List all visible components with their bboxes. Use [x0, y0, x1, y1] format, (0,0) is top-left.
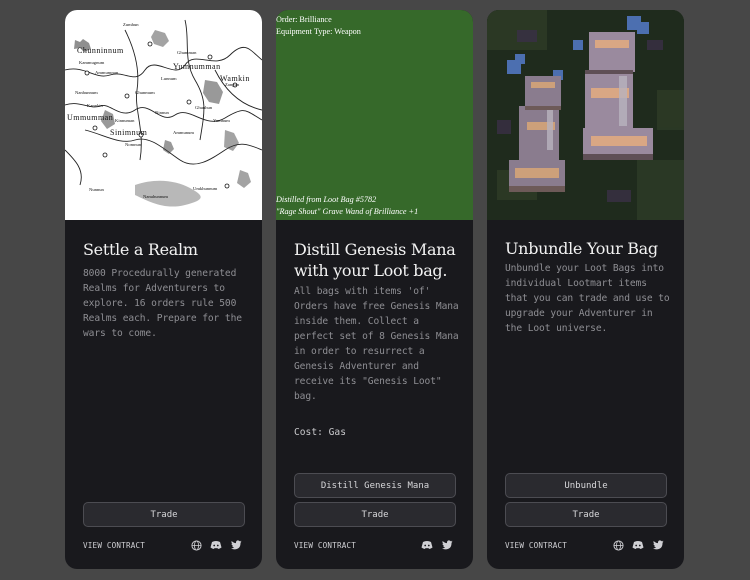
map-label: Kinnuman: [115, 118, 135, 123]
card-title: Settle a Realm: [83, 240, 198, 259]
card-title: Unbundle Your Bag: [505, 239, 658, 258]
map-label: Zumhun: [123, 22, 139, 27]
unbundle-card: Unbundle Your Bag Unbundle your Loot Bag…: [487, 10, 684, 569]
map-label: Yumnum: [213, 118, 230, 123]
discord-icon[interactable]: [632, 539, 644, 551]
map-label: Nanuhunnum: [143, 194, 169, 199]
map-label: Umkhunnum: [193, 186, 218, 191]
map-label: Kammugnum: [79, 60, 105, 65]
discord-icon[interactable]: [210, 539, 222, 551]
trade-button[interactable]: Trade: [294, 502, 456, 527]
map-label: Nanhunnum: [75, 90, 98, 95]
trade-button[interactable]: Trade: [505, 502, 667, 527]
card-description: Unbundle your Loot Bags into individual …: [505, 263, 670, 334]
item-provenance: Distilled from Loot Bag #5782 "Rage Shou…: [276, 194, 418, 218]
map-label: Ummumman: [67, 113, 114, 122]
social-links: [190, 539, 242, 551]
unbundle-button[interactable]: Unbundle: [505, 473, 667, 498]
map-label: Ghunmum: [135, 90, 155, 95]
cost-label: Cost: Gas: [294, 427, 346, 438]
pixel-boots-image: [487, 10, 684, 220]
map-label: Ammumnun: [95, 70, 119, 75]
map-label: Sinimnum: [110, 128, 148, 137]
map-label: Zangun: [225, 82, 240, 87]
map-label: Ninnun: [155, 110, 169, 115]
item-order: Order: Brilliance: [276, 15, 332, 24]
distill-mana-button[interactable]: Distill Genesis Mana: [294, 473, 456, 498]
view-contract-link[interactable]: VIEW CONTRACT: [83, 541, 145, 550]
map-label: Ghunhun: [195, 105, 213, 110]
mana-item-image: Order: Brilliance Equipment Type: Weapon…: [276, 10, 473, 220]
card-title: Distill Genesis Mana with your Loot bag.: [294, 240, 456, 280]
distill-card: Order: Brilliance Equipment Type: Weapon…: [276, 10, 473, 569]
trade-button[interactable]: Trade: [83, 502, 245, 527]
social-links: [421, 539, 453, 551]
view-contract-link[interactable]: VIEW CONTRACT: [294, 541, 356, 550]
item-source: Distilled from Loot Bag #5782: [276, 195, 377, 204]
map-label: Nomnun: [125, 142, 142, 147]
social-links: [612, 539, 664, 551]
twitter-icon[interactable]: [230, 539, 242, 551]
map-label: Ghumman: [177, 50, 197, 55]
globe-icon[interactable]: [190, 539, 202, 551]
card-description: 8000 Procedurally generated Realms for A…: [83, 268, 242, 339]
card-description: All bags with items 'of' Orders have fre…: [294, 286, 459, 402]
map-label: Yumnumman: [173, 62, 221, 71]
discord-icon[interactable]: [421, 539, 433, 551]
realm-card: Chunninnum Yumnumman Wamkin Ummumman Sin…: [65, 10, 262, 569]
map-label: Nunnun: [89, 187, 104, 192]
item-attributes: Order: Brilliance Equipment Type: Weapon: [276, 14, 361, 38]
twitter-icon[interactable]: [441, 539, 453, 551]
item-name: "Rage Shout" Grave Wand of Brilliance +1: [276, 207, 419, 216]
globe-icon[interactable]: [612, 539, 624, 551]
item-equipment-type: Equipment Type: Weapon: [276, 27, 361, 36]
boots-pixel-art: [487, 10, 684, 220]
realm-map-image: Chunninnum Yumnumman Wamkin Ummumman Sin…: [65, 10, 262, 220]
map-label: Ammunum: [173, 130, 194, 135]
twitter-icon[interactable]: [652, 539, 664, 551]
map-label: Kannkin: [87, 103, 103, 108]
view-contract-link[interactable]: VIEW CONTRACT: [505, 541, 567, 550]
map-label: Lunnum: [161, 76, 177, 81]
map-label: Chunninnum: [77, 46, 124, 55]
